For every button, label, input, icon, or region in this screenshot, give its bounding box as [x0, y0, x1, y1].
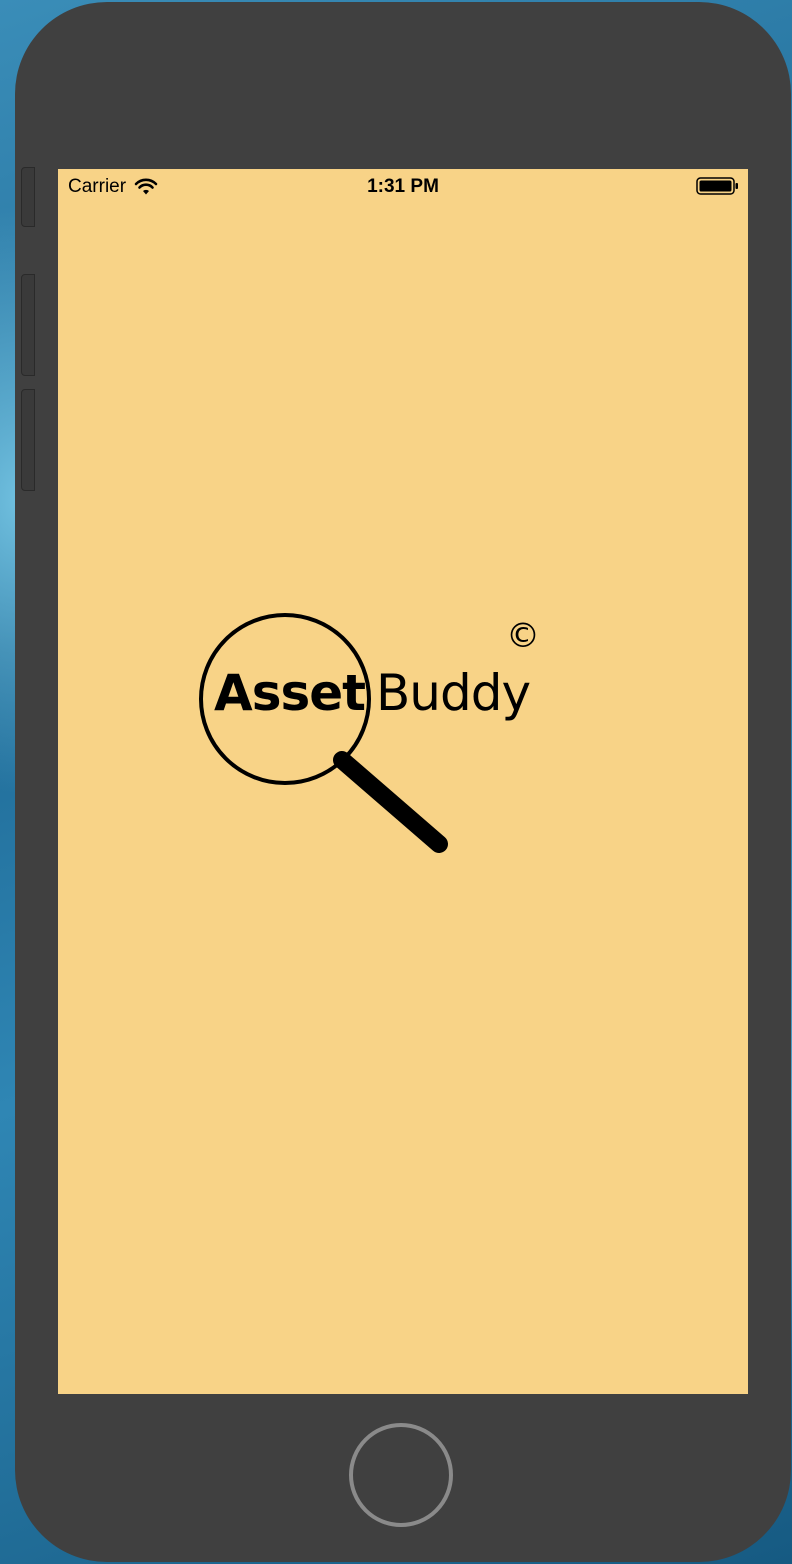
- status-time: 1:31 PM: [367, 176, 439, 197]
- assetbuddy-logo: Asset Buddy ©: [196, 612, 556, 862]
- mute-switch: [21, 167, 35, 227]
- home-button-icon[interactable]: [349, 1423, 453, 1527]
- logo-word-asset: Asset: [214, 664, 366, 722]
- magnifying-glass-icon: [199, 613, 448, 853]
- logo-word-buddy: Buddy: [376, 664, 531, 722]
- app-screen: Carrier 1:31 PM Asset Buddy ©: [58, 169, 748, 1394]
- status-bar: Carrier 1:31 PM: [58, 169, 748, 205]
- battery-full-icon: [696, 177, 738, 195]
- volume-up-button: [21, 274, 35, 376]
- copyright-mark: ©: [506, 616, 540, 656]
- volume-down-button: [21, 389, 35, 491]
